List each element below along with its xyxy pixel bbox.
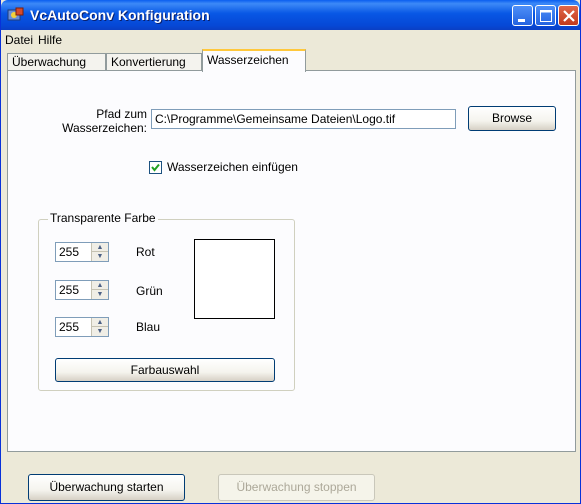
green-down-arrow-icon[interactable]: ▼ bbox=[92, 290, 108, 299]
insert-watermark-label[interactable]: Wasserzeichen einfügen bbox=[167, 160, 298, 174]
tab-strip: Überwachung Konvertierung Wasserzeichen bbox=[1, 49, 580, 72]
green-spinbox[interactable]: 255 ▲ ▼ bbox=[55, 280, 109, 300]
minimize-button[interactable] bbox=[512, 5, 533, 26]
green-label: Grün bbox=[136, 284, 163, 298]
insert-watermark-checkbox[interactable] bbox=[149, 161, 162, 174]
menu-bar: Datei Hilfe bbox=[1, 30, 580, 49]
path-label-line2: Wasserzeichen: bbox=[62, 121, 147, 135]
color-preview-swatch bbox=[194, 239, 275, 319]
red-down-arrow-icon[interactable]: ▼ bbox=[92, 252, 108, 261]
green-value[interactable]: 255 bbox=[59, 283, 79, 297]
blue-spinbox[interactable]: 255 ▲ ▼ bbox=[55, 317, 109, 337]
green-spin-buttons: ▲ ▼ bbox=[91, 281, 108, 299]
checkmark-icon bbox=[151, 163, 160, 172]
path-label: Pfad zum Wasserzeichen: bbox=[62, 107, 147, 135]
blue-down-arrow-icon[interactable]: ▼ bbox=[92, 327, 108, 336]
red-up-arrow-icon[interactable]: ▲ bbox=[92, 243, 108, 252]
window-title: VcAutoConv Konfiguration bbox=[30, 7, 210, 23]
close-button[interactable] bbox=[558, 5, 579, 26]
browse-button[interactable]: Browse bbox=[468, 106, 556, 131]
tab-panel-wasserzeichen: Pfad zum Wasserzeichen: C:\Programme\Gem… bbox=[7, 70, 576, 452]
config-window: VcAutoConv Konfiguration Datei Hilfe Übe… bbox=[0, 0, 581, 504]
start-monitoring-button[interactable]: Überwachung starten bbox=[28, 474, 185, 501]
menu-item-datei[interactable]: Datei bbox=[5, 33, 33, 47]
blue-spin-buttons: ▲ ▼ bbox=[91, 318, 108, 336]
red-spin-buttons: ▲ ▼ bbox=[91, 243, 108, 261]
title-bar[interactable]: VcAutoConv Konfiguration bbox=[1, 0, 580, 30]
transparent-color-group-title: Transparente Farbe bbox=[48, 211, 158, 225]
blue-label: Blau bbox=[136, 320, 161, 334]
color-picker-button[interactable]: Farbauswahl bbox=[55, 358, 275, 382]
red-label: Rot bbox=[136, 245, 155, 259]
menu-item-hilfe[interactable]: Hilfe bbox=[38, 33, 62, 47]
tab-konvertierung[interactable]: Konvertierung bbox=[106, 53, 202, 71]
red-value[interactable]: 255 bbox=[59, 245, 79, 259]
green-up-arrow-icon[interactable]: ▲ bbox=[92, 281, 108, 290]
close-icon bbox=[563, 10, 575, 22]
stop-monitoring-button: Überwachung stoppen bbox=[218, 474, 375, 501]
red-spinbox[interactable]: 255 ▲ ▼ bbox=[55, 242, 109, 262]
blue-value[interactable]: 255 bbox=[59, 320, 79, 334]
watermark-path-field[interactable]: C:\Programme\Gemeinsame Dateien\Logo.tif bbox=[151, 109, 456, 129]
maximize-button[interactable] bbox=[535, 5, 556, 26]
blue-up-arrow-icon[interactable]: ▲ bbox=[92, 318, 108, 327]
maximize-icon bbox=[540, 10, 552, 22]
tab-wasserzeichen[interactable]: Wasserzeichen bbox=[202, 49, 306, 72]
path-label-line1: Pfad zum bbox=[96, 107, 147, 121]
tab-ueberwachung[interactable]: Überwachung bbox=[7, 53, 106, 71]
minimize-icon bbox=[518, 19, 525, 22]
app-icon bbox=[7, 7, 24, 21]
